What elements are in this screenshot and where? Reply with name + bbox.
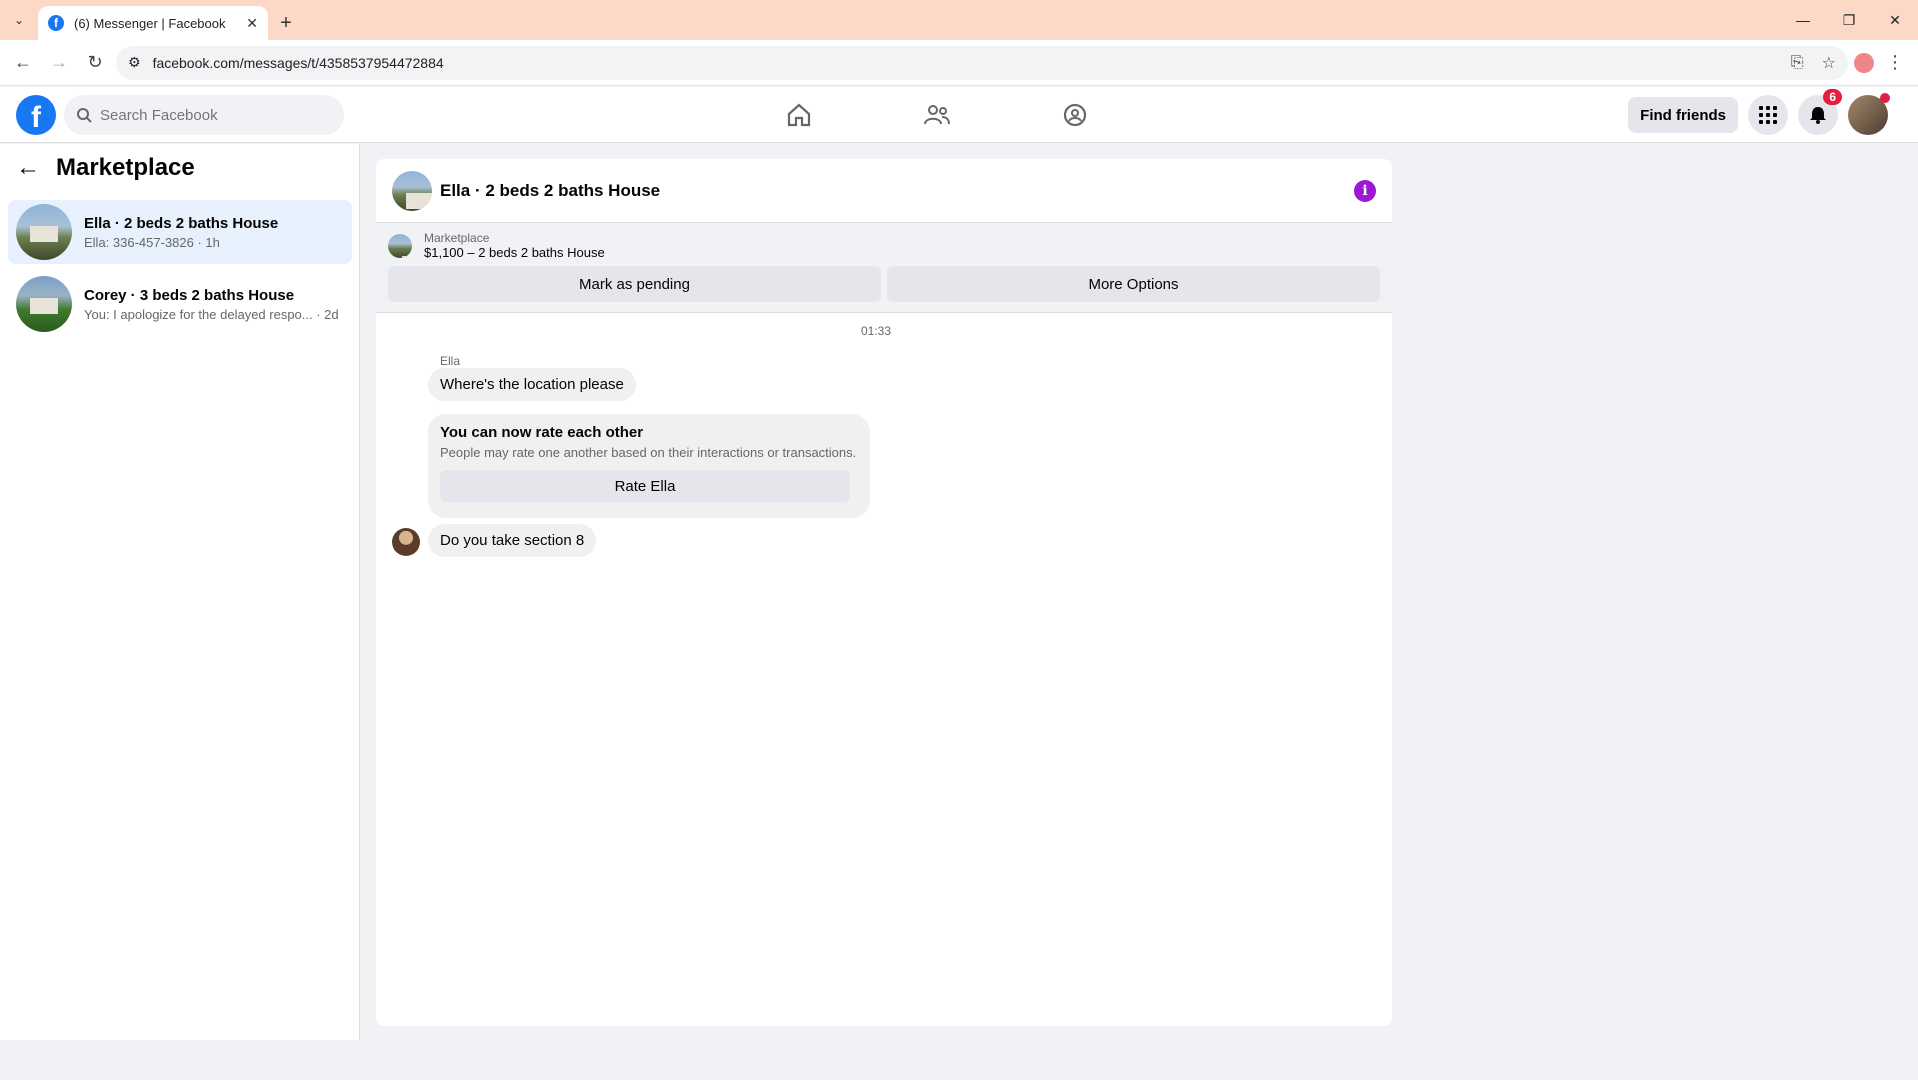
rate-ella-button[interactable]: Rate Ella (440, 470, 850, 502)
conversation-info-icon[interactable]: i (1354, 179, 1376, 202)
address-bar-row: ← → ↻ ⚙ facebook.com/messages/t/43585379… (0, 40, 1918, 86)
tab-title: (6) Messenger | Facebook (74, 15, 226, 31)
facebook-header: f Find friends 6 (0, 87, 1918, 143)
conversation-name: Corey · 3 beds 2 baths House (84, 286, 295, 304)
notification-count-badge: 6 (1823, 89, 1842, 105)
url-bar[interactable]: ⚙ facebook.com/messages/t/43585379544728… (116, 45, 1848, 80)
rate-card-title: You can now rate each other (440, 424, 644, 441)
browser-tab[interactable]: f (6) Messenger | Facebook ✕ (38, 6, 268, 40)
message-list: 01:33 Ella Where's the location please Y… (376, 322, 1392, 962)
facebook-search-box[interactable] (64, 95, 344, 135)
marketplace-actions: Mark as pending More Options (388, 266, 1380, 302)
conversation-preview: You: I apologize for the delayed respo..… (84, 306, 339, 322)
browser-tab-bar: ⌄ f (6) Messenger | Facebook ✕ + — ❐ ✕ (0, 0, 1918, 40)
facebook-search-input[interactable] (100, 106, 320, 124)
facebook-logo-icon[interactable]: f (16, 95, 56, 135)
home-icon[interactable] (780, 96, 818, 134)
sidebar-title: Marketplace (56, 154, 195, 181)
bookmark-star-icon[interactable]: ☆ (1822, 53, 1836, 73)
minimize-icon[interactable]: — (1780, 0, 1826, 40)
chat-header: Ella · 2 beds 2 baths House i (376, 159, 1392, 223)
forward-button[interactable]: → (44, 48, 74, 78)
account-alert-dot (1880, 93, 1890, 103)
new-tab-button[interactable]: + (268, 6, 304, 40)
incoming-message[interactable]: Where's the location please (428, 368, 636, 401)
close-window-icon[interactable]: ✕ (1872, 0, 1918, 40)
rate-card-description: People may rate one another based on the… (440, 445, 857, 460)
rate-each-other-card: You can now rate each other People may r… (428, 414, 870, 518)
account-avatar[interactable] (1848, 93, 1890, 135)
conversation-preview: Ella: 336-457-3826 · 1h (84, 234, 220, 250)
url-text: facebook.com/messages/t/4358537954472884 (152, 54, 444, 71)
menu-grid-icon[interactable] (1748, 95, 1788, 135)
search-icon (77, 108, 92, 123)
chat-avatar[interactable] (392, 170, 432, 211)
house-listing-avatar (16, 204, 72, 260)
site-info-icon[interactable]: ⚙ (128, 54, 141, 71)
browser-menu-icon[interactable]: ⋮ (1880, 48, 1910, 78)
notifications-bell-icon[interactable]: 6 (1798, 89, 1842, 135)
conversation-item-ella[interactable]: Ella · 2 beds 2 baths House Ella: 336-45… (8, 200, 352, 264)
close-tab-icon[interactable]: ✕ (246, 15, 258, 32)
marketplace-label: Marketplace (424, 231, 490, 245)
window-controls: — ❐ ✕ (1780, 0, 1918, 40)
facebook-favicon-icon: f (48, 15, 64, 31)
marketplace-listing-link[interactable]: Marketplace $1,100 – 2 beds 2 baths Hous… (388, 231, 1380, 260)
back-button[interactable]: ← (8, 48, 38, 78)
sender-avatar[interactable] (392, 528, 420, 556)
house-listing-avatar (16, 276, 72, 332)
install-app-icon[interactable]: ⎘ (1791, 54, 1804, 72)
listing-thumbnail (388, 233, 412, 258)
facebook-main-nav (780, 87, 1094, 143)
listing-price-title: $1,100 – 2 beds 2 baths House (424, 245, 605, 260)
restore-icon[interactable]: ❐ (1826, 0, 1872, 40)
back-arrow-icon[interactable]: ← (16, 154, 40, 182)
groups-icon[interactable] (1056, 96, 1094, 134)
chat-panel: Ella · 2 beds 2 baths House i Marketplac… (376, 159, 1392, 1026)
find-friends-button[interactable]: Find friends (1628, 97, 1738, 133)
incoming-message[interactable]: Do you take section 8 (428, 524, 597, 557)
sender-name: Ella (440, 354, 461, 368)
sidebar-header: ← Marketplace (16, 154, 195, 182)
friends-icon[interactable] (918, 96, 956, 134)
marketplace-banner: Marketplace $1,100 – 2 beds 2 baths Hous… (376, 223, 1392, 313)
tab-search-dropdown[interactable]: ⌄ (0, 0, 38, 40)
timestamp: 01:33 (860, 324, 892, 338)
reload-button[interactable]: ↻ (80, 48, 110, 78)
omnibox-actions: ⎘ ☆ (1791, 53, 1836, 73)
conversation-sidebar: ← Marketplace Ella · 2 beds 2 baths Hous… (0, 144, 360, 1040)
conversation-name: Ella · 2 beds 2 baths House (84, 214, 279, 232)
browser-profile-avatar[interactable] (1854, 52, 1874, 73)
more-options-button[interactable]: More Options (887, 266, 1380, 302)
conversation-item-corey[interactable]: Corey · 3 beds 2 baths House You: I apol… (8, 272, 352, 336)
mark-as-pending-button[interactable]: Mark as pending (388, 266, 881, 302)
facebook-header-actions: Find friends 6 (1628, 89, 1890, 135)
chat-title[interactable]: Ella · 2 beds 2 baths House (440, 181, 1346, 201)
